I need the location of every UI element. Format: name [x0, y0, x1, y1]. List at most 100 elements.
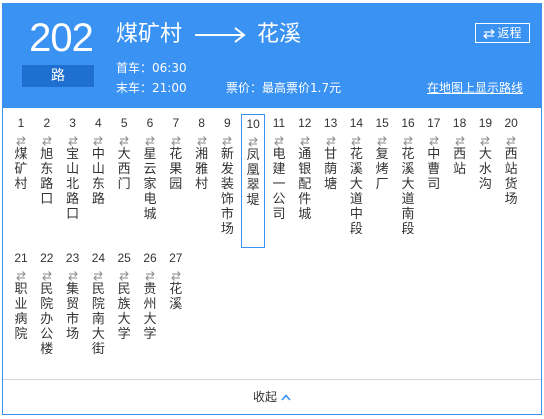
stop-item[interactable]: 13 甘荫塘: [319, 114, 343, 192]
stop-item[interactable]: 19 大水沟: [473, 114, 497, 192]
stop-item[interactable]: 12 通银配件城: [293, 114, 317, 222]
swap-direction-icon: [483, 28, 496, 39]
stop-item[interactable]: 11 电建一公司: [267, 114, 291, 222]
bidirectional-arrow-icon: [396, 132, 420, 146]
bidirectional-arrow-icon: [319, 132, 343, 146]
bidirectional-arrow-icon: [86, 267, 110, 281]
stop-number: 10: [246, 117, 260, 131]
stop-number: 2: [43, 116, 51, 130]
stop-item[interactable]: 22 民院办公楼: [35, 249, 59, 357]
route-header: 202 路 煤矿村 花溪 首车：06:30 末车：21:00 票价：最高票价1.…: [3, 4, 541, 108]
stop-name: 旭东路口: [40, 147, 54, 207]
stop-number: 24: [91, 251, 106, 265]
collapse-button[interactable]: 收起: [3, 379, 541, 414]
stop-number: 6: [146, 116, 154, 130]
stop-name: 花溪大道南段: [401, 147, 415, 237]
bidirectional-arrow-icon: [112, 267, 136, 281]
stop-item[interactable]: 16 花溪大道南段: [396, 114, 420, 237]
fare-info: 票价：最高票价1.7元: [226, 81, 342, 95]
stop-name: 大西门: [117, 147, 131, 192]
stop-item[interactable]: 27 花溪: [164, 249, 188, 312]
stop-item[interactable]: 2 旭东路口: [35, 114, 59, 207]
stop-item[interactable]: 25 民族大学: [112, 249, 136, 342]
bidirectional-arrow-icon: [344, 132, 368, 146]
stop-number: 16: [401, 116, 415, 130]
stop-name: 职业病院: [14, 282, 28, 342]
stop-item[interactable]: 9 新发装饰市场: [215, 114, 239, 237]
show-route-on-map-link[interactable]: 在地图上显示路线: [427, 80, 523, 96]
stop-name: 凤凰翠堤: [246, 148, 260, 208]
last-bus-time: 末车：21:00: [116, 81, 187, 95]
stop-name: 大水沟: [478, 147, 492, 192]
stop-item[interactable]: 5 大西门: [112, 114, 136, 192]
stop-item[interactable]: 4 中山东路: [86, 114, 110, 207]
stop-number: 17: [427, 116, 441, 130]
stop-number: 14: [349, 116, 364, 130]
stop-item[interactable]: 20 西站货场: [499, 114, 523, 207]
stop-item[interactable]: 26 贵州大学: [138, 249, 162, 342]
collapse-label: 收起: [252, 390, 277, 404]
bidirectional-arrow-icon: [267, 132, 291, 146]
stop-name: 星云家电城: [143, 147, 157, 222]
stop-name: 花溪大道中段: [349, 147, 363, 237]
stop-number: 18: [452, 116, 467, 130]
stop-number: 19: [478, 116, 493, 130]
stop-number: 7: [172, 116, 180, 130]
stop-item[interactable]: 14 花溪大道中段: [344, 114, 368, 237]
bidirectional-arrow-icon: [370, 132, 394, 146]
stop-number: 9: [224, 116, 231, 130]
stop-item[interactable]: 23 集贸市场: [61, 249, 85, 342]
stop-name: 电建一公司: [272, 147, 286, 222]
stop-item[interactable]: 17 中曹司: [422, 114, 446, 192]
stop-number: 3: [69, 116, 76, 130]
stop-item[interactable]: 6 星云家电城: [138, 114, 162, 222]
bidirectional-arrow-icon: [473, 132, 497, 146]
direction-to: 花溪: [257, 22, 302, 47]
stop-item[interactable]: 1 煤矿村: [9, 114, 33, 192]
stop-name: 花果园: [169, 147, 183, 192]
bidirectional-arrow-icon: [242, 133, 264, 147]
stop-number: 22: [40, 251, 54, 265]
bidirectional-arrow-icon: [293, 132, 317, 146]
route-unit-label: 路: [22, 65, 94, 87]
stop-name: 集贸市场: [66, 282, 80, 342]
bidirectional-arrow-icon: [164, 132, 188, 146]
bidirectional-arrow-icon: [164, 267, 188, 281]
bidirectional-arrow-icon: [448, 132, 472, 146]
bidirectional-arrow-icon: [61, 132, 85, 146]
stop-name: 湘雅村: [195, 147, 209, 192]
stop-list: 1 煤矿村 2 旭东路口 3 宝山北路口 4 中山东路 5 大西门 6 星云家电城 7 花果园 8 湘雅村 9 新…: [9, 110, 539, 380]
stop-name: 中曹司: [427, 147, 441, 192]
stop-name: 新发装饰市场: [220, 147, 234, 237]
stop-number: 8: [198, 116, 205, 130]
stop-name: 通银配件城: [298, 147, 312, 222]
stop-item[interactable]: 15 复烤厂: [370, 114, 394, 192]
stop-number: 27: [169, 251, 183, 265]
stop-number: 5: [120, 116, 128, 130]
stop-item[interactable]: 24 民院南大街: [86, 249, 110, 357]
stop-name: 花溪: [169, 282, 183, 312]
stop-item[interactable]: 8 湘雅村: [190, 114, 214, 192]
bidirectional-arrow-icon: [138, 267, 162, 281]
stop-number: 26: [143, 251, 157, 265]
first-bus-time: 首车：06:30: [116, 61, 187, 75]
stop-name: 西站: [453, 147, 467, 177]
bidirectional-arrow-icon: [112, 132, 136, 146]
bidirectional-arrow-icon: [35, 132, 59, 146]
stop-number: 20: [504, 116, 518, 130]
stop-item[interactable]: 18 西站: [448, 114, 472, 177]
stop-number: 25: [117, 251, 131, 265]
stop-number: 4: [95, 116, 102, 130]
bidirectional-arrow-icon: [35, 267, 59, 281]
stop-name: 民院南大街: [91, 282, 105, 357]
stop-item[interactable]: 21 职业病院: [9, 249, 33, 342]
stop-number: 1: [17, 116, 25, 130]
stop-name: 民族大学: [117, 282, 131, 342]
stop-name: 西站货场: [504, 147, 518, 207]
return-trip-button[interactable]: 返程: [475, 23, 530, 43]
stop-item[interactable]: 10 凤凰翠堤: [241, 114, 266, 248]
bidirectional-arrow-icon: [215, 132, 239, 146]
stop-item[interactable]: 7 花果园: [164, 114, 188, 192]
stop-item[interactable]: 3 宝山北路口: [61, 114, 85, 222]
stop-name: 复烤厂: [375, 147, 389, 192]
